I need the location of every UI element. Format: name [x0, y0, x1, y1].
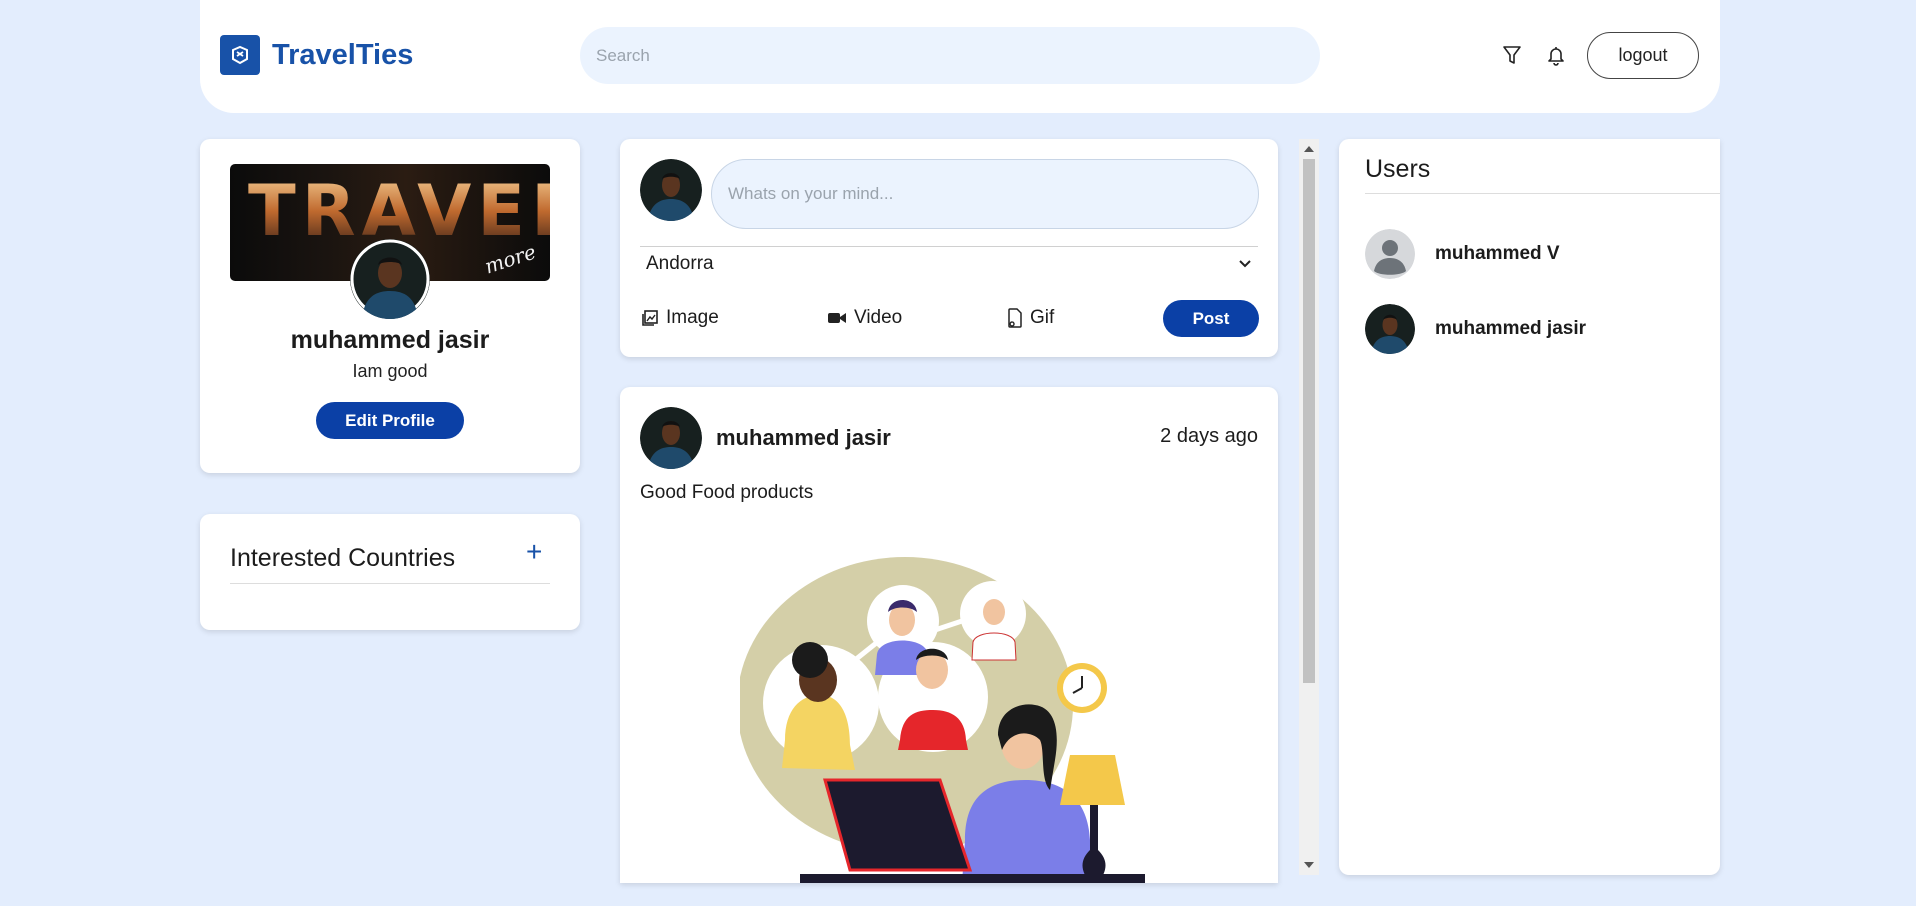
- interested-countries-card: Interested Countries +: [200, 514, 580, 630]
- default-avatar-icon: [1365, 229, 1415, 279]
- add-gif-button[interactable]: Gif: [1007, 307, 1054, 329]
- country-select[interactable]: Andorra: [640, 246, 1258, 280]
- gif-label: Gif: [1030, 307, 1055, 328]
- divider: [230, 583, 550, 584]
- app-name: TravelTies: [272, 38, 414, 71]
- filter-icon[interactable]: [1499, 42, 1525, 68]
- post-author-avatar[interactable]: [640, 407, 702, 469]
- profile-avatar[interactable]: [350, 239, 430, 319]
- image-label: Image: [666, 307, 719, 328]
- country-select-value: Andorra: [646, 252, 714, 274]
- feed-post: muhammed jasir 2 days ago Good Food prod…: [620, 387, 1278, 883]
- profile-status: Iam good: [352, 361, 428, 381]
- post-author-name[interactable]: muhammed jasir: [716, 425, 891, 451]
- add-country-button[interactable]: +: [526, 536, 542, 568]
- user-avatar: [1365, 304, 1415, 354]
- post-image[interactable]: [740, 550, 1150, 883]
- profile-card: TRAVEL more muhammed jasir Iam good Edit…: [200, 139, 580, 473]
- countries-title: Interested Countries: [230, 544, 456, 572]
- logo-icon: [220, 35, 260, 75]
- image-icon: [642, 310, 658, 326]
- bell-icon[interactable]: [1543, 42, 1569, 68]
- user-item[interactable]: muhammed V: [1365, 229, 1560, 279]
- chevron-down-icon: [1239, 259, 1251, 267]
- video-icon: [828, 313, 846, 323]
- scroll-down-arrow-icon[interactable]: [1304, 862, 1314, 868]
- users-title: Users: [1365, 155, 1431, 183]
- whats-on-your-mind-input[interactable]: [711, 159, 1259, 229]
- profile-name: muhammed jasir: [290, 326, 490, 354]
- user-item[interactable]: muhammed jasir: [1365, 304, 1586, 354]
- divider: [1365, 193, 1720, 194]
- logout-button[interactable]: logout: [1587, 32, 1699, 79]
- post-button[interactable]: Post: [1163, 300, 1259, 337]
- user-name: muhammed V: [1435, 243, 1560, 264]
- add-image-button[interactable]: Image: [641, 307, 719, 329]
- scroll-thumb[interactable]: [1303, 159, 1315, 683]
- app-logo[interactable]: TravelTies: [220, 35, 413, 75]
- post-text: Good Food products: [640, 482, 814, 503]
- user-name: muhammed jasir: [1435, 318, 1586, 339]
- users-panel: Users muhammed V muhammed jasir: [1339, 139, 1720, 875]
- post-timestamp: 2 days ago: [1160, 425, 1258, 447]
- gif-icon: [1008, 308, 1022, 328]
- edit-profile-button[interactable]: Edit Profile: [316, 402, 464, 439]
- video-label: Video: [854, 307, 903, 328]
- composer-avatar: [640, 159, 702, 221]
- add-video-button[interactable]: Video: [827, 307, 902, 329]
- scroll-up-arrow-icon[interactable]: [1304, 146, 1314, 152]
- post-composer: Andorra Image Video Gif Post: [620, 139, 1278, 357]
- feed-scrollbar[interactable]: [1299, 139, 1319, 875]
- search-input[interactable]: [580, 27, 1320, 84]
- banner-word: TRAVEL: [248, 176, 550, 246]
- top-header: TravelTies logout: [200, 0, 1720, 113]
